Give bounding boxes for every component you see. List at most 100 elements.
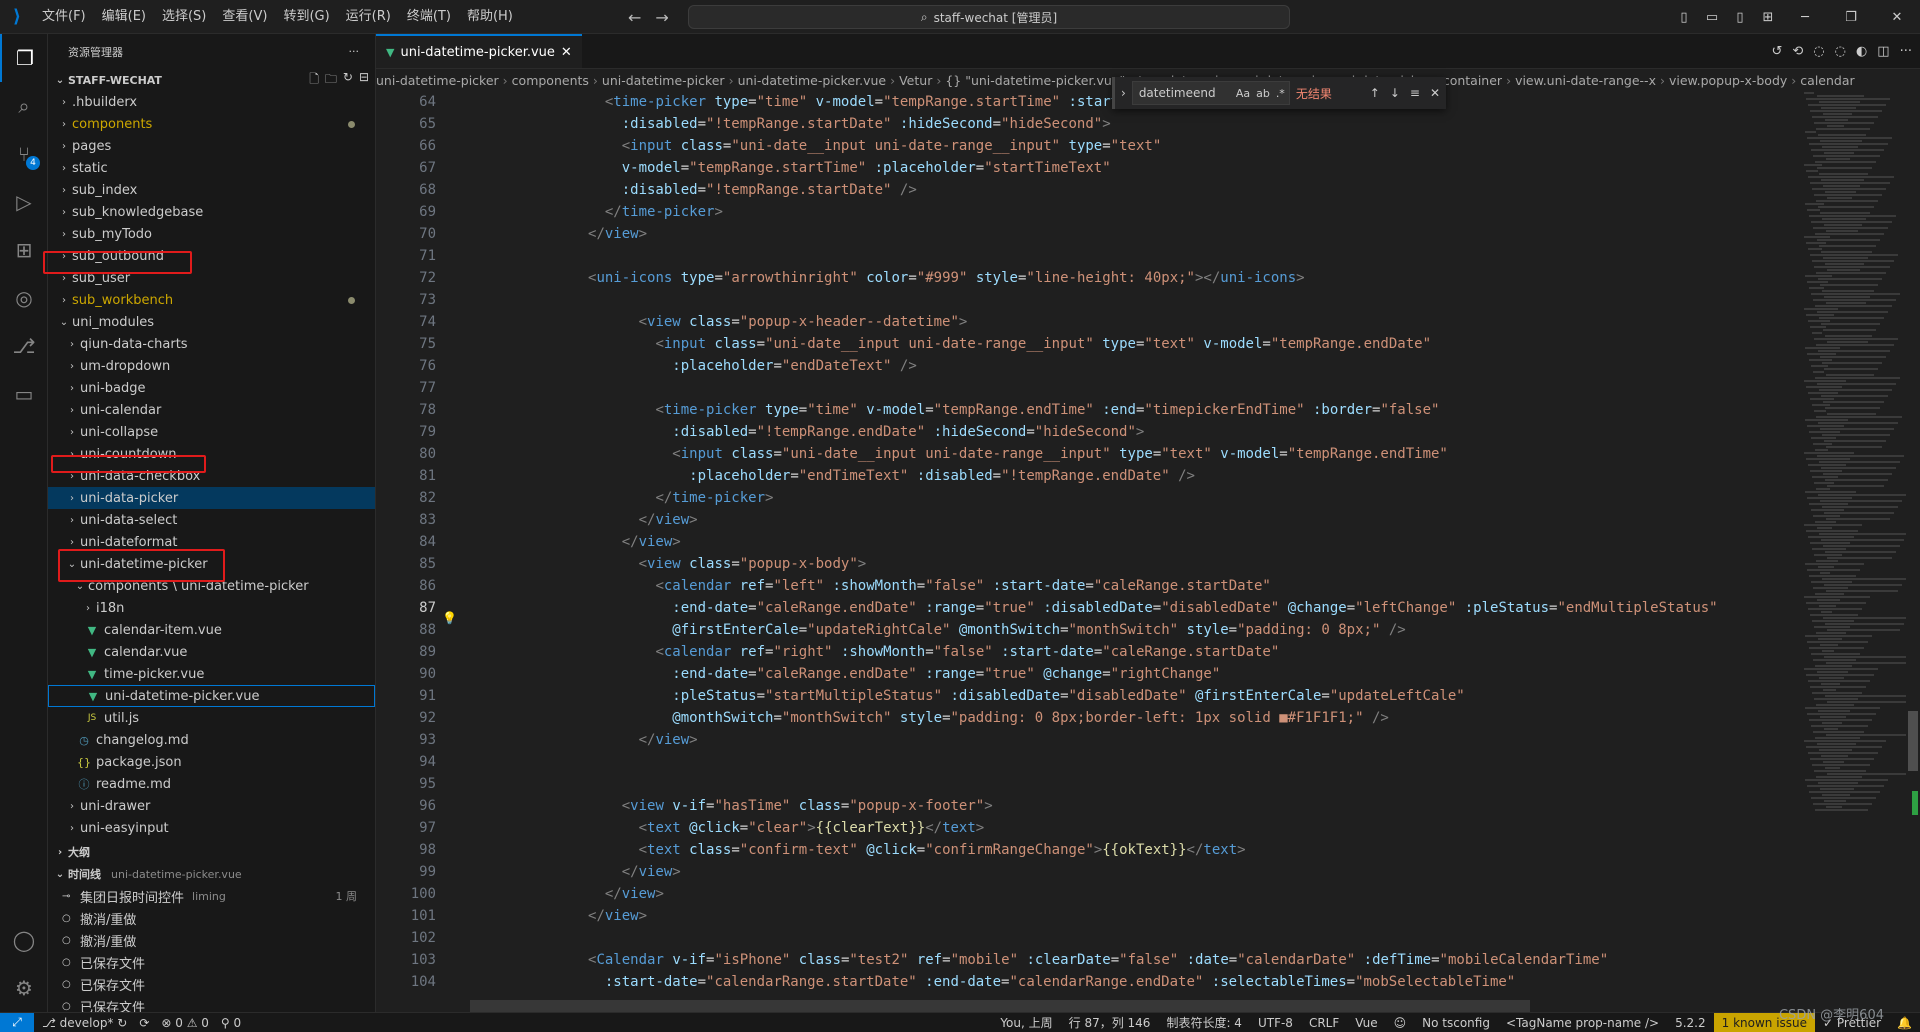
horizontal-scrollbar[interactable] [470,1000,1530,1012]
tree-item[interactable]: › sub_workbench [48,289,375,311]
breadcrumb-item[interactable]: components [512,73,589,88]
minimap[interactable] [1804,91,1906,994]
breadcrumb-item[interactable]: uni-datetime-picker [602,73,725,88]
notifications-icon[interactable]: 🔔 [1889,1016,1920,1030]
tree-item[interactable]: › uni-dateformat [48,531,375,553]
tree-item[interactable]: ▼ calendar.vue [48,641,375,663]
tree-item[interactable]: › uni-drawer [48,795,375,817]
breadcrumb-item[interactable]: view.popup-x-body [1669,73,1787,88]
tree-item[interactable]: › uni-data-picker [48,487,375,509]
indentation-status[interactable]: 制表符长度: 4 [1158,1014,1250,1031]
tree-item[interactable]: › sub_knowledgebase [48,201,375,223]
tree-item[interactable]: › i18n [48,597,375,619]
manage-gear-icon[interactable]: ⚙ [0,964,48,1012]
tree-item[interactable]: › um-dropdown [48,355,375,377]
open-changes-icon[interactable]: ⟲ [1792,44,1803,59]
toggle-secondary-sidebar-icon[interactable]: ▯ [1726,10,1754,25]
previous-match-icon[interactable]: ↑ [1370,86,1380,100]
eol-status[interactable]: CRLF [1301,1016,1347,1030]
menu-item[interactable]: 转到(G) [275,0,337,34]
close-tab-icon[interactable]: ✕ [561,45,572,60]
use-regex-icon[interactable]: .* [1276,87,1285,100]
tree-item[interactable]: › pages [48,135,375,157]
refresh-icon[interactable]: ↻ [343,70,353,91]
tree-item[interactable]: › uni-easyinput [48,817,375,839]
vertical-scrollbar[interactable] [1906,91,1920,994]
tree-item[interactable]: JS util.js [48,707,375,729]
menu-item[interactable]: 文件(F) [34,0,94,34]
more-actions-icon[interactable]: ··· [349,45,360,58]
tag-status[interactable]: <TagName prop-name /> [1498,1016,1667,1030]
timeline-item[interactable]: ○ 已保存文件 [48,995,375,1013]
tree-item[interactable]: › static [48,157,375,179]
search-activity-icon[interactable]: ⌕ [0,82,48,130]
customize-layout-icon[interactable]: ⊞ [1754,10,1782,25]
breadcrumb-item[interactable]: Vetur [899,73,932,88]
cursor-position[interactable]: 行 87，列 146 [1061,1014,1159,1031]
more-editor-actions-icon[interactable]: ··· [1900,44,1912,59]
tree-item[interactable]: › qiun-data-charts [48,333,375,355]
outline-section-header[interactable]: › 大纲 [48,841,375,863]
encoding-status[interactable]: UTF-8 [1250,1016,1301,1030]
forward-arrow-icon[interactable]: → [655,8,668,27]
tree-item[interactable]: {} package.json [48,751,375,773]
menu-item[interactable]: 运行(R) [338,0,399,34]
tree-item[interactable]: › uni-data-select [48,509,375,531]
menu-item[interactable]: 查看(V) [214,0,275,34]
timeline-section-header[interactable]: ⌄ 时间线 uni-datetime-picker.vue [48,863,375,885]
tree-item[interactable]: › sub_user [48,267,375,289]
tree-item[interactable]: ▼ time-picker.vue [48,663,375,685]
menu-item[interactable]: 终端(T) [399,0,459,34]
tree-item[interactable]: › sub_outbound [48,245,375,267]
git-graph-icon[interactable]: ⎇ [0,322,48,370]
run-debug-icon[interactable]: ▷ [0,178,48,226]
ts-version[interactable]: 5.2.2 [1667,1016,1714,1030]
tree-item[interactable]: ⌄ uni_modules [48,311,375,333]
problems-status[interactable]: ⊗ 0 ⚠ 0 [161,1016,209,1030]
remote-indicator-icon[interactable]: ⤢ [0,1012,34,1032]
tree-item[interactable]: ◷ changelog.md [48,729,375,751]
accounts-icon[interactable]: ◯ [0,916,48,964]
split-editor-icon[interactable]: ◫ [1877,44,1889,59]
close-window-button[interactable]: ✕ [1874,10,1920,25]
explorer-icon[interactable]: ❐ [0,34,48,82]
toggle-replace-icon[interactable]: › [1121,86,1126,100]
menu-item[interactable]: 选择(S) [154,0,214,34]
tree-item[interactable]: › uni-data-checkbox [48,465,375,487]
source-control-icon[interactable]: ⑂ 4 [0,130,48,178]
new-file-icon[interactable]: 🗋 [309,70,319,91]
breadcrumb-item[interactable]: view.uni-date-range--x [1515,73,1656,88]
sync-icon[interactable]: ⟳ [139,1016,149,1030]
previous-change-icon[interactable]: ◌ [1813,44,1824,59]
minimize-button[interactable]: ─ [1782,10,1828,25]
breadcrumb-item[interactable]: uni-datetime-picker [376,73,499,88]
tree-item[interactable]: › uni-countdown [48,443,375,465]
toggle-panel-icon[interactable]: ▭ [1698,10,1726,25]
breadcrumb-item[interactable]: calendar [1800,73,1854,88]
toggle-sidebar-icon[interactable]: ▯ [1670,10,1698,25]
ports-status[interactable]: ⚲ 0 [221,1016,241,1030]
find-input[interactable]: datetimeend Aa ab .* [1131,81,1290,105]
collapse-all-icon[interactable]: ⊟ [359,70,369,91]
match-whole-word-icon[interactable]: ab [1256,87,1270,100]
copilot-icon[interactable]: ☺ [1386,1016,1415,1030]
breadcrumb-item[interactable]: {} "uni-datetime-picker.vue" [945,73,1125,88]
new-folder-icon[interactable]: 🗀 [325,70,337,91]
tree-item[interactable]: › uni-calendar [48,399,375,421]
remote-explorer-icon[interactable]: ◎ [0,274,48,322]
tree-item[interactable]: ⌄ uni-datetime-picker [48,553,375,575]
tree-item[interactable]: › uni-collapse [48,421,375,443]
tree-item[interactable]: › components [48,113,375,135]
tree-item[interactable]: › sub_myTodo [48,223,375,245]
next-change-icon[interactable]: ◌ [1835,44,1846,59]
language-mode[interactable]: Vue [1347,1016,1385,1030]
timeline-item[interactable]: ○ 已保存文件 [48,973,375,995]
workspace-section-header[interactable]: ⌄ STAFF-WECHAT 🗋 🗀 ↻ ⊟ [48,69,375,91]
find-in-selection-icon[interactable]: ≡ [1410,86,1420,100]
timeline-item[interactable]: ○ 撤消/重做 [48,929,375,951]
scroll-thumb[interactable] [1908,711,1918,771]
breadcrumb-item[interactable]: uni-datetime-picker.vue [738,73,887,88]
tree-item[interactable]: ⌄ components \ uni-datetime-picker [48,575,375,597]
close-find-icon[interactable]: ✕ [1430,86,1440,100]
restore-button[interactable]: ❐ [1828,10,1874,25]
